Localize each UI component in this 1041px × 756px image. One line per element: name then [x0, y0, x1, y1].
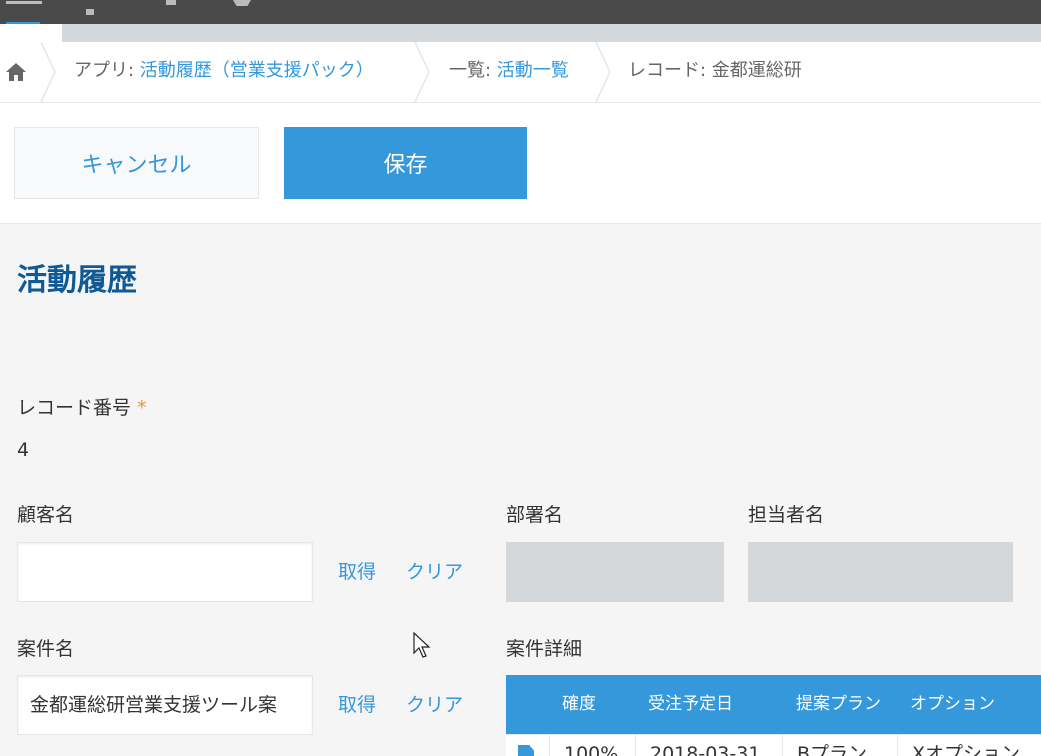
record-number-label: レコード番号 *	[17, 393, 147, 420]
document-icon[interactable]	[518, 745, 534, 756]
project-name-label: 案件名	[17, 638, 75, 660]
table-cell[interactable]: Bプラン	[782, 735, 897, 756]
person-in-charge-label: 担当者名	[748, 504, 825, 526]
customer-clear-button[interactable]: クリア	[406, 557, 463, 584]
breadcrumb-app: アプリ: 活動履歴（営業支援パック）	[74, 42, 374, 102]
global-header	[0, 0, 1041, 34]
breadcrumb-view-link[interactable]: 活動一覧	[497, 60, 569, 81]
column-header: 提案プラン	[796, 694, 881, 714]
table-header: 確度 受注予定日 提案プラン オプション	[506, 675, 1041, 734]
header-spacer	[0, 24, 62, 42]
breadcrumb-separator	[414, 42, 430, 102]
apps-icon[interactable]	[86, 0, 112, 34]
breadcrumb-separator	[40, 42, 56, 102]
customer-get-button[interactable]: 取得	[338, 557, 376, 584]
required-mark: *	[137, 397, 147, 419]
project-clear-button[interactable]: クリア	[406, 690, 463, 717]
person-in-charge-field	[748, 542, 1013, 602]
project-details-table: 確度 受注予定日 提案プラン オプション 100% 2018-03-31 Bプラ…	[506, 675, 1041, 756]
record-number-label-text: レコード番号	[17, 397, 132, 419]
breadcrumb-record: レコード: 金都運総研	[628, 60, 802, 81]
table-cell[interactable]: 100%	[549, 735, 635, 756]
mouse-cursor-icon	[413, 632, 431, 658]
breadcrumb-app-link[interactable]: 活動履歴（営業支援パック）	[140, 60, 374, 81]
customer-name-label: 顧客名	[17, 504, 75, 526]
cancel-button[interactable]: キャンセル	[14, 127, 259, 199]
menu-icon[interactable]	[6, 0, 42, 6]
project-name-input[interactable]: 金都運総研営業支援ツール案	[17, 675, 313, 735]
breadcrumb: アプリ: 活動履歴（営業支援パック） 一覧: 活動一覧 レコード: 金都運総研	[0, 42, 1041, 103]
project-details-label: 案件詳細	[506, 638, 583, 660]
record-toolbar: キャンセル 保存	[0, 103, 1041, 224]
save-button[interactable]: 保存	[284, 127, 527, 199]
customer-name-input[interactable]	[17, 542, 313, 602]
column-header: 確度	[562, 694, 596, 714]
project-get-button[interactable]: 取得	[338, 690, 376, 717]
home-icon[interactable]	[5, 62, 27, 82]
column-header: オプション	[910, 694, 995, 714]
favorite-icon[interactable]	[230, 0, 254, 6]
record-number-value: 4	[17, 439, 30, 461]
breadcrumb-separator	[595, 42, 611, 102]
table-cell[interactable]: Xオプション	[897, 735, 1041, 756]
download-icon[interactable]	[160, 0, 182, 6]
table-cell[interactable]: 2018-03-31	[635, 735, 782, 756]
breadcrumb-app-prefix: アプリ:	[74, 60, 140, 81]
breadcrumb-view-prefix: 一覧:	[449, 60, 497, 81]
app-title: 活動履歴	[17, 263, 137, 298]
table-row: 100% 2018-03-31 Bプラン Xオプション	[506, 734, 1041, 756]
header-strip	[62, 24, 1041, 42]
department-field	[506, 542, 724, 602]
department-label: 部署名	[506, 504, 564, 526]
breadcrumb-view: 一覧: 活動一覧	[449, 42, 569, 102]
column-header: 受注予定日	[648, 694, 733, 714]
